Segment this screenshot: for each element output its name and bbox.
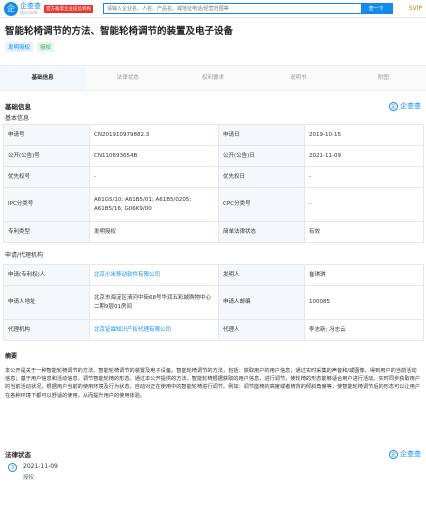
table-row: 代理机构 北京钲霖知识产权代理有限公司 代理人 李志新; 冯志云 <box>3 319 424 341</box>
cell-value: - <box>304 187 424 222</box>
legal-status-value: 有效 <box>304 221 424 243</box>
tab-claims[interactable]: 权利要求 <box>170 66 255 90</box>
cell-key: 申请日 <box>218 124 305 146</box>
cell-value: A61G5/10; A61B5/01; A61B5/0205; A61B5/16… <box>89 187 219 222</box>
cell-key: 简单法律状态 <box>218 221 305 243</box>
cell-key: 专利类型 <box>3 221 90 243</box>
brand-name: 企查查 <box>20 1 41 10</box>
legal-status-heading: 法律状态 <box>5 451 31 459</box>
table-row: 专利类型 发明授权 简单法律状态 有效 <box>3 221 424 243</box>
applicant-table: 申请(专利权)人 北京小米移动软件有限公司 发明人 崔琪琪 申请人地址 北京市海… <box>3 264 424 341</box>
qcc-watermark-text: 企查查 <box>400 102 421 110</box>
table-row: IPC分类号 A61G5/10; A61B5/01; A61B5/0205; A… <box>3 187 424 222</box>
cell-key: 代理机构 <box>3 319 90 341</box>
cell-value: 北京市海淀区清河中街68号华润五彩城购物中心二期9层01房间 <box>89 285 219 320</box>
cell-key: 申请人地址 <box>3 285 90 320</box>
brand-logo[interactable]: 企 企查查 Qcc.com <box>4 1 41 16</box>
cell-value: 李志新; 冯志云 <box>304 319 424 341</box>
qcc-watermark: 企企查查 <box>389 449 421 459</box>
table-row: 申请(专利权)人 北京小米移动软件有限公司 发明人 崔琪琪 <box>3 264 424 286</box>
qcc-logo-icon: 企 <box>4 1 18 16</box>
cell-key: 申请(专利权)人 <box>3 264 90 286</box>
timeline-status: 授权 <box>23 475 35 481</box>
basic-info-table: 申请号 CN201910979882.3 申请日 2019-10-15 公开(公… <box>3 124 424 243</box>
cell-key: 申请人邮编 <box>218 285 305 320</box>
top-bar: 企 企查查 Qcc.com 官方备案企业征信机构 查一下 SVIP <box>0 0 426 18</box>
brand-tagline: 官方备案企业征信机构 <box>44 4 93 13</box>
abstract-heading: 摘要 <box>5 353 18 360</box>
page-title: 智能轮椅调节的方法、智能轮椅调节的装置及电子设备 <box>5 26 234 37</box>
cell-value: 发明授权 <box>89 221 219 243</box>
cell-value: 100085 <box>304 285 424 320</box>
applicant-link[interactable]: 北京小米移动软件有限公司 <box>89 264 219 286</box>
timeline-number: 3 <box>8 463 17 472</box>
search-box: 查一下 <box>103 3 393 14</box>
tab-description[interactable]: 说明书 <box>256 66 341 90</box>
cell-value: 崔琪琪 <box>304 264 424 286</box>
basic-info-heading: 基础信息 <box>5 103 31 111</box>
cell-value: 2019-10-15 <box>304 124 424 146</box>
tag-row: 发明授权 授权 <box>0 37 426 57</box>
tab-drawings[interactable]: 附图 <box>341 66 426 90</box>
applicant-subheading: 申请/代理机构 <box>5 252 44 259</box>
qcc-circle-icon: 企 <box>389 101 398 111</box>
table-row: 申请人地址 北京市海淀区清河中街68号华润五彩城购物中心二期9层01房间 申请人… <box>3 285 424 320</box>
table-row: 申请号 CN201910979882.3 申请日 2019-10-15 <box>3 124 424 146</box>
qcc-watermark: 企企查查 <box>389 101 421 111</box>
cell-key: 申请号 <box>3 124 90 146</box>
qcc-circle-icon: 企 <box>389 449 398 459</box>
cell-key: IPC分类号 <box>3 187 90 222</box>
cell-value: CN201910979882.3 <box>89 124 219 146</box>
cell-key: 公开(公告)号 <box>3 145 90 167</box>
cell-key: 代理人 <box>218 319 305 341</box>
cell-value: - <box>304 166 424 188</box>
cell-value: 2021-11-09 <box>304 145 424 167</box>
patent-type-tag: 发明授权 <box>5 42 34 52</box>
search-input[interactable] <box>104 4 361 13</box>
qcc-watermark-text: 企查查 <box>400 450 421 458</box>
legal-timeline-item: 3 2021-11-09 授权 <box>0 461 426 483</box>
table-row: 优先权号 - 优先权日 - <box>3 166 424 188</box>
cell-key: 发明人 <box>218 264 305 286</box>
cell-key: CPC分类号 <box>218 187 305 222</box>
abstract-text: 本公开是关于一种智能轮椅调节的方法、智能轮椅调节的装置及电子设备。智能轮椅调节的… <box>5 368 421 399</box>
svip-badge[interactable]: SVIP <box>393 5 422 12</box>
search-button[interactable]: 查一下 <box>360 3 392 14</box>
brand-domain: Qcc.com <box>20 9 38 15</box>
timeline-date: 2021-11-09 <box>23 463 58 470</box>
status-tag: 授权 <box>37 42 55 52</box>
cell-key: 公开(公告)日 <box>218 145 305 167</box>
legal-status-header: 法律状态 企企查查 <box>0 447 426 461</box>
cell-value: CN110693654B <box>89 145 219 167</box>
basic-info-header: 基础信息 企企查查 <box>0 99 426 113</box>
agency-link[interactable]: 北京钲霖知识产权代理有限公司 <box>89 319 219 341</box>
tab-legal-status[interactable]: 法律状态 <box>85 66 170 90</box>
cell-key: 优先权日 <box>218 166 305 188</box>
cell-key: 优先权号 <box>3 166 90 188</box>
table-row: 公开(公告)号 CN110693654B 公开(公告)日 2021-11-09 <box>3 145 424 167</box>
tab-bar: 基础信息 法律状态 权利要求 说明书 附图 <box>0 65 426 91</box>
basic-info-subheading: 基本信息 <box>5 115 30 122</box>
cell-value: - <box>89 166 219 188</box>
tab-basic-info[interactable]: 基础信息 <box>0 66 86 90</box>
